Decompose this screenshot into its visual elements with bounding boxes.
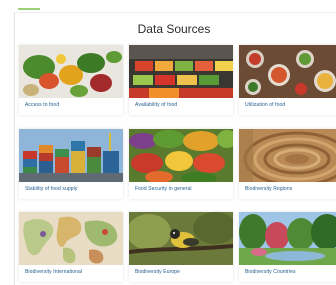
card-label: Utilization of food (245, 102, 286, 108)
card-biodiversity-countries[interactable]: Biodiversity Countries (239, 212, 336, 282)
card-label: Biodiversity International (25, 269, 83, 275)
card-availability-of-food[interactable]: Availability of food (129, 45, 233, 115)
card-biodiversity-regions[interactable]: Biodiversity Regions (239, 129, 336, 199)
page: Data Sources Access to food Availability… (0, 0, 336, 285)
card-biodiversity-europe[interactable]: Biodiversity Europe (129, 212, 233, 282)
market-stall-image (129, 45, 233, 98)
card-utilization-of-food[interactable]: Utilization of food (239, 45, 336, 115)
card-label: Availability of food (135, 102, 178, 108)
page-title: Data Sources (137, 22, 211, 36)
card-biodiversity-international[interactable]: Biodiversity International (19, 212, 123, 282)
card-access-to-food[interactable]: Access to food (19, 45, 123, 115)
card-label: Stability of food supply (25, 186, 78, 192)
rice-terraces-aerial-image (239, 129, 336, 182)
bird-on-branch-image (129, 212, 233, 265)
card-label: Access to food (25, 102, 60, 108)
vegetables-and-fruit-image (19, 45, 123, 98)
fresh-produce-image (129, 129, 233, 182)
tab-indicator (18, 8, 40, 10)
card-label: Biodiversity Regions (245, 186, 293, 192)
shipping-containers-image (19, 129, 123, 182)
world-map-image (19, 212, 123, 265)
park-landscape-image (239, 212, 336, 265)
card-stability-of-food-supply[interactable]: Stability of food supply (19, 129, 123, 199)
bowls-of-food-image (239, 45, 336, 98)
card-label: Food Security in general (135, 186, 192, 192)
card-label: Biodiversity Europe (135, 269, 180, 275)
card-food-security-in-general[interactable]: Food Security in general (129, 129, 233, 199)
data-sources-panel: Data Sources Access to food Availability… (14, 12, 336, 285)
card-label: Biodiversity Countries (245, 269, 296, 275)
